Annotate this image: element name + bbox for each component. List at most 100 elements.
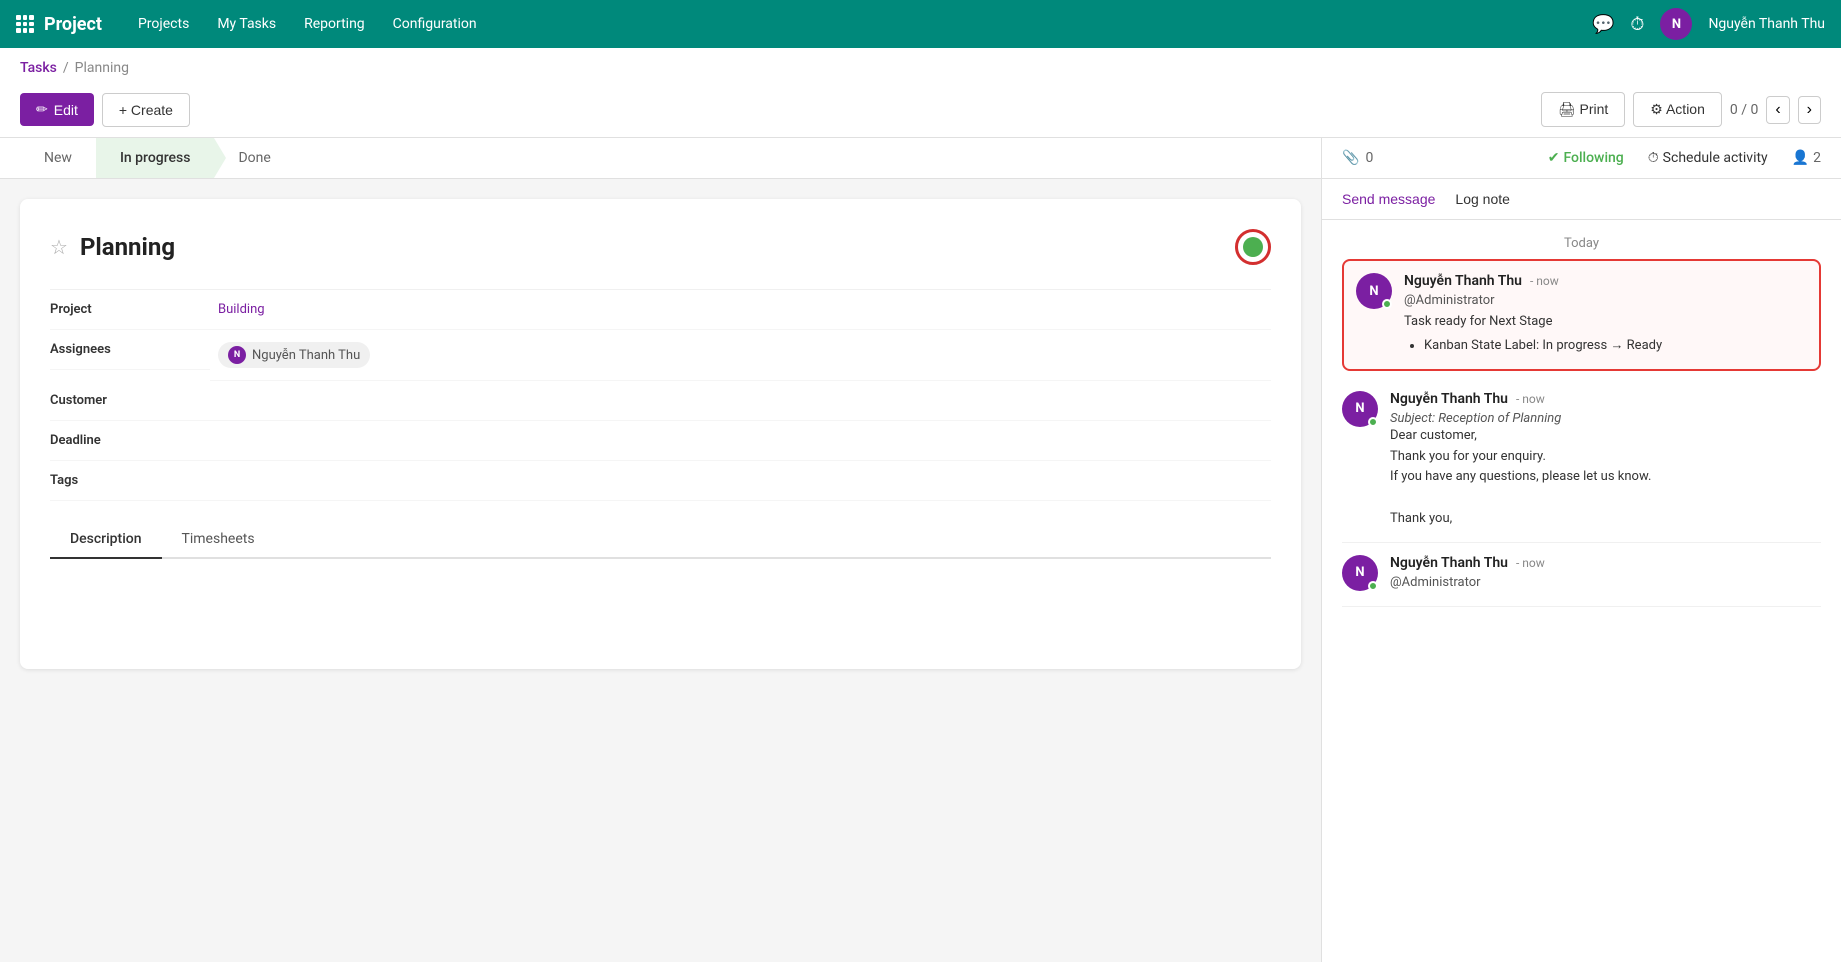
deadline-value[interactable] xyxy=(210,421,1271,461)
msg2-subject: Subject: Reception of Planning xyxy=(1390,411,1821,426)
nav-configuration[interactable]: Configuration xyxy=(381,10,489,38)
msg2-author: Nguyễn Thanh Thu xyxy=(1390,391,1508,407)
tabs-bar: Description Timesheets xyxy=(50,521,1271,559)
user-avatar[interactable]: N xyxy=(1660,8,1692,40)
create-button[interactable]: + Create xyxy=(102,93,190,127)
msg3-sub: @Administrator xyxy=(1390,575,1821,590)
msg2-content: Nguyễn Thanh Thu - now Subject: Receptio… xyxy=(1390,391,1821,530)
nav-projects[interactable]: Projects xyxy=(126,10,201,38)
help-icon[interactable]: ⏱ xyxy=(1630,14,1644,35)
person-icon: 👤 xyxy=(1792,150,1809,166)
attachment-count: 0 xyxy=(1365,150,1373,166)
edit-label: Edit xyxy=(54,102,78,118)
main-content: New In progress Done ☆ Planning xyxy=(0,138,1841,962)
chatter-right-actions: ✔ Following ⏱ Schedule activity 👤 2 xyxy=(1548,150,1821,166)
breadcrumb-separator: / xyxy=(63,60,69,76)
message-actions: Send message Log note xyxy=(1322,179,1841,220)
message-1: N Nguyễn Thanh Thu - now @Administrator … xyxy=(1342,259,1821,371)
schedule-activity-button[interactable]: ⏱ Schedule activity xyxy=(1648,150,1768,166)
breadcrumb-parent[interactable]: Tasks xyxy=(20,60,57,76)
schedule-label: Schedule activity xyxy=(1663,150,1768,166)
message-2: N Nguyễn Thanh Thu - now Subject: Recept… xyxy=(1342,379,1821,543)
task-title-left: ☆ Planning xyxy=(50,233,175,261)
assignees-label: Assignees xyxy=(50,330,210,370)
stage-bar: New In progress Done xyxy=(0,138,1321,179)
nav-reporting[interactable]: Reporting xyxy=(292,10,377,38)
chat-icon[interactable]: 💬 xyxy=(1592,14,1614,35)
msg2-header: Nguyễn Thanh Thu - now xyxy=(1390,391,1821,407)
breadcrumb-current: Planning xyxy=(75,60,129,76)
nav-my-tasks[interactable]: My Tasks xyxy=(205,10,288,38)
stage-new[interactable]: New xyxy=(20,138,96,178)
toolbar: ✏ Edit + Create 🖨 Print ⚙ Action 0 / 0 ‹… xyxy=(0,82,1841,138)
right-panel: 📎 0 ✔ Following ⏱ Schedule activity 👤 2 xyxy=(1321,138,1841,962)
tab-description-label: Description xyxy=(70,531,142,547)
project-label: Project xyxy=(50,290,210,330)
msg1-sub: @Administrator xyxy=(1404,293,1807,308)
project-value[interactable]: Building xyxy=(210,290,1271,330)
attachment-area: 📎 0 xyxy=(1342,150,1373,166)
next-button[interactable]: › xyxy=(1798,96,1821,124)
assignee-name: Nguyễn Thanh Thu xyxy=(252,348,360,363)
stage-inprogress[interactable]: In progress xyxy=(96,138,215,178)
print-label: 🖨 Print xyxy=(1558,101,1608,118)
customer-label: Customer xyxy=(50,381,210,421)
tags-label: Tags xyxy=(50,461,210,501)
msg1-avatar: N xyxy=(1356,273,1392,309)
print-button[interactable]: 🖨 Print xyxy=(1541,92,1625,127)
stage-new-label: New xyxy=(44,150,72,166)
prev-button[interactable]: ‹ xyxy=(1766,96,1789,124)
task-title: Planning xyxy=(80,233,175,261)
action-button[interactable]: ⚙ Action xyxy=(1633,92,1722,127)
assignees-value[interactable]: N Nguyễn Thanh Thu xyxy=(210,330,1271,381)
action-label: ⚙ Action xyxy=(1650,101,1705,118)
online-indicator-2 xyxy=(1368,417,1378,427)
stage-done[interactable]: Done xyxy=(214,138,294,178)
nav-right: 💬 ⏱ N Nguyễn Thanh Thu xyxy=(1592,8,1825,40)
user-name: Nguyễn Thanh Thu xyxy=(1708,16,1825,32)
msg1-header: Nguyễn Thanh Thu - now xyxy=(1404,273,1807,289)
create-label: + Create xyxy=(119,102,173,118)
send-message-button[interactable]: Send message xyxy=(1342,191,1435,207)
tab-timesheets[interactable]: Timesheets xyxy=(162,521,275,559)
online-indicator-3 xyxy=(1368,581,1378,591)
checkmark-icon: ✔ xyxy=(1548,150,1560,166)
following-button[interactable]: ✔ Following xyxy=(1548,150,1624,166)
chatter-header: 📎 0 ✔ Following ⏱ Schedule activity 👤 2 xyxy=(1322,138,1841,179)
grid-icon xyxy=(16,15,34,33)
log-note-button[interactable]: Log note xyxy=(1455,191,1510,207)
stage-inprogress-label: In progress xyxy=(120,150,191,166)
breadcrumb: Tasks / Planning xyxy=(0,48,1841,82)
following-label: Following xyxy=(1563,150,1623,166)
top-navigation: Project Projects My Tasks Reporting Conf… xyxy=(0,0,1841,48)
task-card: ☆ Planning Project Building Assignees N … xyxy=(20,199,1301,669)
kanban-state-indicator xyxy=(1243,237,1263,257)
stage-arrow xyxy=(214,138,226,178)
message-3: N Nguyễn Thanh Thu - now @Administrator xyxy=(1342,543,1821,607)
online-indicator xyxy=(1382,299,1392,309)
favorite-icon[interactable]: ☆ xyxy=(50,235,68,259)
deadline-label: Deadline xyxy=(50,421,210,461)
pagination-count: 0 / 0 xyxy=(1730,102,1758,118)
fields-grid: Project Building Assignees N Nguyễn Than… xyxy=(50,289,1271,501)
edit-icon: ✏ xyxy=(36,101,48,118)
assignee-tag[interactable]: N Nguyễn Thanh Thu xyxy=(218,342,370,368)
assignee-avatar: N xyxy=(228,346,246,364)
tab-content-description xyxy=(50,559,1271,639)
msg3-header: Nguyễn Thanh Thu - now xyxy=(1390,555,1821,571)
edit-button[interactable]: ✏ Edit xyxy=(20,93,94,126)
msg1-content: Nguyễn Thanh Thu - now @Administrator Ta… xyxy=(1404,273,1807,357)
followers-number: 2 xyxy=(1813,150,1821,166)
msg3-author: Nguyễn Thanh Thu xyxy=(1390,555,1508,571)
tab-description[interactable]: Description xyxy=(50,521,162,559)
msg1-time: - now xyxy=(1530,274,1559,288)
kanban-state-button[interactable] xyxy=(1235,229,1271,265)
customer-value[interactable] xyxy=(210,381,1271,421)
msg3-content: Nguyễn Thanh Thu - now @Administrator xyxy=(1390,555,1821,594)
task-title-row: ☆ Planning xyxy=(50,229,1271,265)
msg3-time: - now xyxy=(1516,556,1545,570)
nav-links: Projects My Tasks Reporting Configuratio… xyxy=(126,10,1568,38)
app-logo[interactable]: Project xyxy=(16,14,102,35)
attachment-icon: 📎 xyxy=(1342,150,1359,166)
tags-value[interactable] xyxy=(210,461,1271,501)
